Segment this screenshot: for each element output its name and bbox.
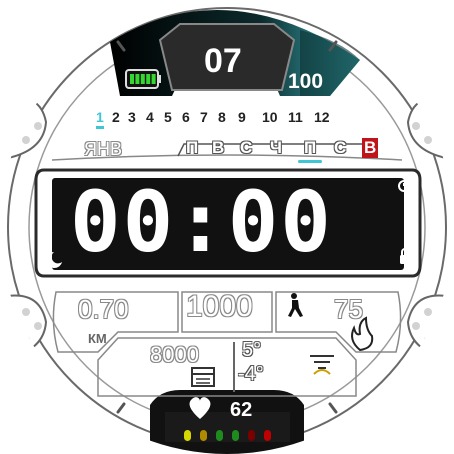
heart-zone-dot: [264, 430, 271, 441]
month-number: 5: [164, 109, 172, 125]
time-minutes: 00: [227, 173, 333, 271]
month-number: 9: [238, 109, 246, 125]
weekday-3: С: [240, 138, 253, 157]
weekday-7: В: [362, 138, 379, 158]
date-day: 07: [204, 42, 242, 80]
month-number: 4: [146, 109, 154, 125]
heart-zone-dot: [232, 430, 239, 441]
weekday-5: П: [304, 138, 317, 157]
weekday-6: С: [334, 138, 347, 157]
distance-value: 0.70: [78, 294, 129, 324]
time-colon: :: [175, 173, 228, 271]
time-hours: 00: [70, 173, 176, 271]
current-month-marker: [96, 126, 104, 129]
battery-icon: [125, 69, 161, 89]
heart-zone-dot: [248, 430, 255, 441]
month-number: 3: [128, 109, 136, 125]
heart-zone-dot: [200, 430, 207, 441]
month-number: 11: [288, 109, 303, 125]
weekday-1: П: [186, 138, 199, 157]
battery-cell: [135, 74, 140, 84]
weekday-2: В: [212, 138, 225, 157]
heart-zone-dot: [216, 430, 223, 441]
battery-cell: [146, 74, 151, 84]
current-weekday-marker: [298, 160, 322, 163]
month-number: 6: [182, 109, 190, 125]
time-display: 00:00: [70, 180, 333, 264]
weather-high: 5°: [242, 339, 262, 361]
steps-value: 1000: [186, 290, 253, 323]
weather-low: -4°: [238, 363, 264, 385]
battery-cell: [130, 74, 134, 84]
month-number: 1: [96, 109, 104, 125]
heart-zone-dot: [184, 430, 191, 441]
battery-cell: [151, 74, 156, 84]
step-goal-value: 8000: [150, 342, 199, 367]
distance-unit: КМ: [88, 331, 107, 346]
weekday-4: Ч: [270, 138, 282, 157]
month-number: 10: [262, 109, 278, 125]
battery-cell: [140, 74, 145, 84]
month-number: 12: [314, 109, 330, 125]
calories-value: 75: [334, 294, 363, 324]
month-number: 8: [218, 109, 226, 125]
month-name: ЯНВ: [84, 139, 123, 159]
month-number: 2: [112, 109, 120, 125]
battery-percent: 100: [288, 70, 324, 93]
month-number: 7: [200, 109, 208, 125]
heart-rate-value: 62: [230, 399, 253, 421]
